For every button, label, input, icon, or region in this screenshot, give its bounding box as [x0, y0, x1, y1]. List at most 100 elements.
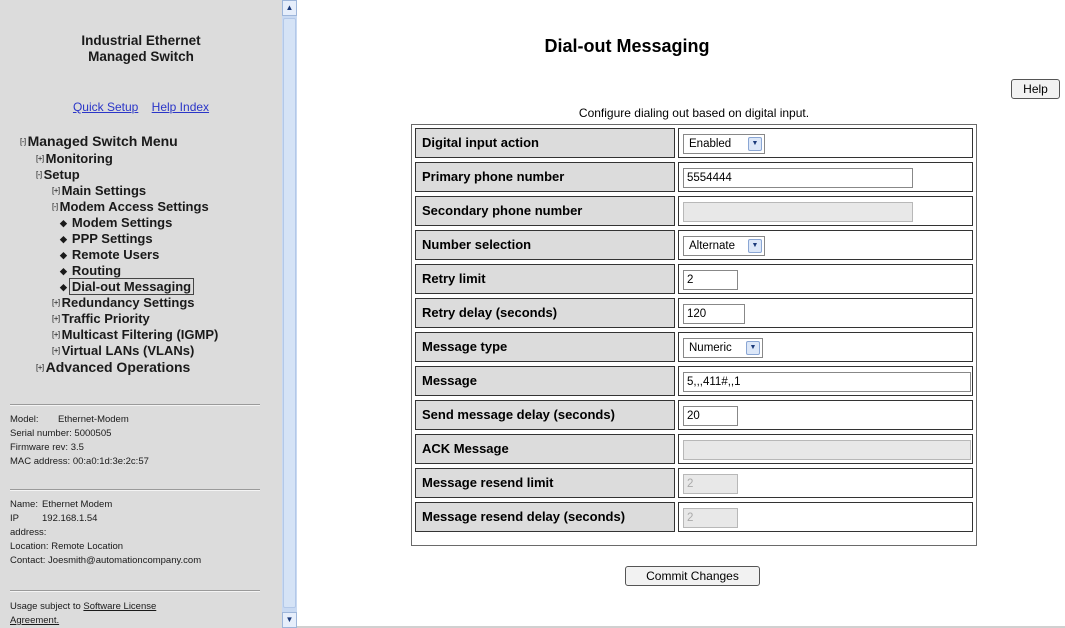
- menu-item-advanced-operations[interactable]: [+] Advanced Operations: [36, 359, 190, 376]
- arrow-up-icon[interactable]: ▲: [282, 0, 297, 16]
- menu-label: Setup: [43, 167, 80, 182]
- scrollbar-thumb[interactable]: [283, 18, 296, 608]
- field-label: Number selection: [415, 230, 675, 260]
- field-label: Message resend limit: [415, 468, 675, 498]
- menu-item-managed-switch-menu[interactable]: [-] Managed Switch Menu: [20, 133, 178, 150]
- sidebar-top-links: Quick Setup Help Index: [0, 100, 282, 114]
- field-cell: Enabled ▼: [678, 128, 973, 158]
- menu-item-setup[interactable]: [-] Setup: [36, 167, 80, 183]
- expand-toggle-icon[interactable]: [+]: [52, 330, 60, 339]
- address-label: address:: [10, 527, 47, 538]
- help-button[interactable]: Help: [1011, 79, 1060, 99]
- menu-item-modem-settings[interactable]: ◆ Modem Settings: [60, 215, 172, 231]
- expand-toggle-icon[interactable]: [+]: [52, 314, 60, 323]
- chevron-down-icon[interactable]: ▼: [748, 137, 762, 151]
- collapse-toggle-icon[interactable]: [-]: [20, 137, 26, 146]
- menu-item-redundancy-settings[interactable]: [+] Redundancy Settings: [52, 295, 195, 311]
- expand-toggle-icon[interactable]: [+]: [52, 186, 60, 195]
- field-label: Digital input action: [415, 128, 675, 158]
- field-cell: Numeric ▼: [678, 332, 973, 362]
- name-value: Ethernet Modem: [42, 499, 113, 510]
- message-type-select[interactable]: Numeric ▼: [683, 338, 763, 358]
- divider: [10, 590, 260, 592]
- page-title: Dial-out Messaging: [544, 36, 710, 56]
- ip-value: 192.168.1.54: [42, 513, 98, 524]
- expand-toggle-icon[interactable]: [+]: [52, 346, 60, 355]
- field-cell: 120: [678, 298, 973, 328]
- arrow-down-icon[interactable]: ▼: [282, 612, 297, 628]
- send-delay-input[interactable]: 20: [683, 406, 738, 426]
- resend-delay-input[interactable]: 2: [683, 508, 738, 528]
- collapse-toggle-icon[interactable]: [-]: [52, 202, 58, 211]
- primary-phone-input[interactable]: 5554444: [683, 168, 913, 188]
- software-license-link[interactable]: Software License: [83, 601, 156, 612]
- menu-label: Redundancy Settings: [61, 295, 195, 310]
- select-value: Alternate: [689, 240, 736, 252]
- select-value: Numeric: [689, 342, 732, 354]
- field-cell: 2: [678, 468, 973, 498]
- form-row-message-type: Message type Numeric ▼: [415, 332, 973, 362]
- mac-value: 00:a0:1d:3e:2c:57: [72, 456, 149, 467]
- menu-item-virtual-lans[interactable]: [+] Virtual LANs (VLANs): [52, 343, 194, 359]
- contact-info: Name: Ethernet Modem IP 192.168.1.54 addre…: [10, 498, 201, 568]
- resend-limit-input[interactable]: 2: [683, 474, 738, 494]
- menu-item-remote-users[interactable]: ◆ Remote Users: [60, 247, 159, 263]
- menu-label: Main Settings: [61, 183, 147, 198]
- help-index-link[interactable]: Help Index: [152, 100, 209, 114]
- bullet-icon: ◆: [60, 234, 67, 244]
- menu-item-dial-out-messaging[interactable]: ◆ Dial-out Messaging: [60, 278, 195, 295]
- form-row-primary-phone: Primary phone number 5554444: [415, 162, 973, 192]
- chevron-down-icon[interactable]: ▼: [746, 341, 760, 355]
- menu-item-modem-access-settings[interactable]: [-] Modem Access Settings: [52, 199, 209, 215]
- menu-label: Remote Users: [71, 247, 160, 262]
- expand-toggle-icon[interactable]: [+]: [36, 154, 44, 163]
- menu-label: Monitoring: [45, 151, 113, 166]
- menu-label: Managed Switch Menu: [27, 133, 178, 149]
- field-cell: 2: [678, 502, 973, 532]
- field-label: Message resend delay (seconds): [415, 502, 675, 532]
- sidebar-title-line-1: Industrial Ethernet: [81, 33, 201, 48]
- chevron-down-icon[interactable]: ▼: [748, 239, 762, 253]
- menu-item-main-settings[interactable]: [+] Main Settings: [52, 183, 146, 199]
- sidebar-title-line-2: Managed Switch: [88, 49, 194, 64]
- collapse-toggle-icon[interactable]: [-]: [36, 170, 42, 179]
- menu-item-ppp-settings[interactable]: ◆ PPP Settings: [60, 231, 153, 247]
- form-row-send-delay: Send message delay (seconds) 20: [415, 400, 973, 430]
- expand-toggle-icon[interactable]: [+]: [36, 363, 44, 372]
- expand-toggle-icon[interactable]: [+]: [52, 298, 60, 307]
- model-value: Ethernet-Modem: [58, 414, 129, 425]
- firmware-value: 3.5: [70, 442, 84, 453]
- digital-input-action-select[interactable]: Enabled ▼: [683, 134, 765, 154]
- mac-label: MAC address:: [10, 456, 71, 467]
- menu-item-traffic-priority[interactable]: [+] Traffic Priority: [52, 311, 150, 327]
- menu-label: PPP Settings: [71, 231, 153, 246]
- number-selection-select[interactable]: Alternate ▼: [683, 236, 765, 256]
- firmware-label: Firmware rev:: [10, 442, 69, 453]
- quick-setup-link[interactable]: Quick Setup: [73, 100, 138, 114]
- field-label: Retry delay (seconds): [415, 298, 675, 328]
- field-label: Primary phone number: [415, 162, 675, 192]
- retry-limit-input[interactable]: 2: [683, 270, 738, 290]
- menu-item-multicast-filtering[interactable]: [+] Multicast Filtering (IGMP): [52, 327, 218, 343]
- menu-label: Routing: [71, 263, 122, 278]
- bullet-icon: ◆: [60, 250, 67, 260]
- field-label: ACK Message: [415, 434, 675, 464]
- license-prefix: Usage subject to: [10, 601, 81, 612]
- field-cell: [678, 434, 973, 464]
- secondary-phone-input[interactable]: [683, 202, 913, 222]
- field-cell: 2: [678, 264, 973, 294]
- field-cell: 5554444: [678, 162, 973, 192]
- ip-label: IP: [10, 513, 19, 524]
- message-input[interactable]: 5,,,411#,,1: [683, 372, 971, 392]
- commit-changes-button[interactable]: Commit Changes: [625, 566, 760, 586]
- field-label: Secondary phone number: [415, 196, 675, 226]
- retry-delay-input[interactable]: 120: [683, 304, 745, 324]
- ack-message-input[interactable]: [683, 440, 971, 460]
- sidebar-scrollbar[interactable]: ▲ ▼: [282, 0, 297, 628]
- page-subtitle: Configure dialing out based on digital i…: [578, 106, 810, 120]
- license-agreement-link[interactable]: Agreement.: [10, 615, 59, 626]
- menu-item-routing[interactable]: ◆ Routing: [60, 263, 121, 279]
- form-row-number-selection: Number selection Alternate ▼: [415, 230, 973, 260]
- menu-item-monitoring[interactable]: [+] Monitoring: [36, 151, 113, 167]
- bullet-icon: ◆: [60, 218, 67, 228]
